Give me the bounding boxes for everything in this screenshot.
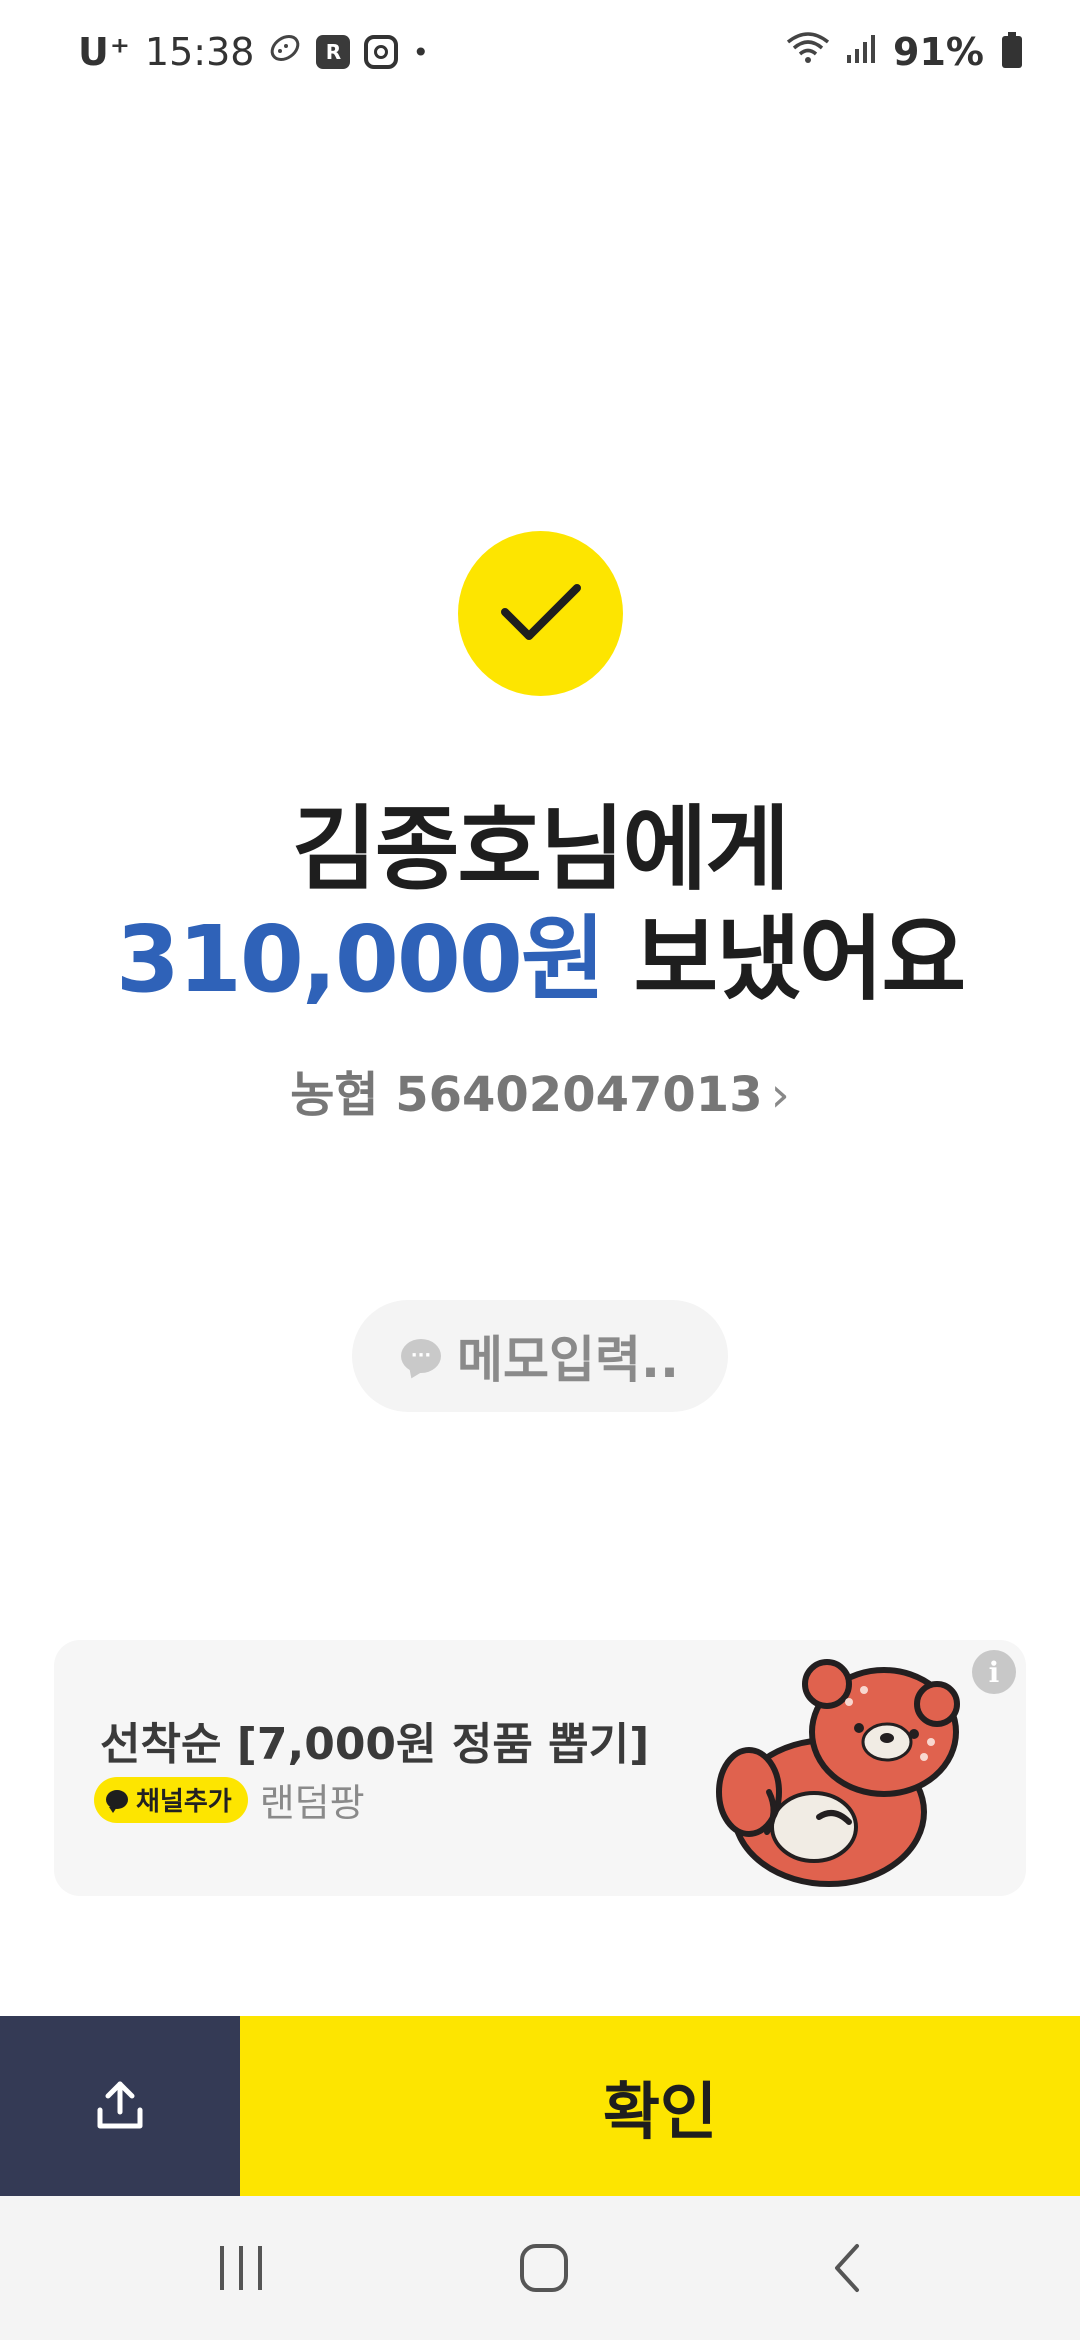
back-button[interactable] <box>802 2228 892 2308</box>
clock: 15:38 <box>144 30 255 74</box>
memo-input-button[interactable]: ··· 메모입력.. <box>352 1300 728 1412</box>
signal-icon <box>845 30 879 74</box>
amount-line: 310,000원 보냈어요 <box>0 905 1080 1015</box>
recipient-account-link[interactable]: 농협 56402047013 › <box>0 1055 1080 1125</box>
share-button[interactable] <box>0 2016 240 2196</box>
ad-subline: 채널추가 랜덤팡 <box>94 1772 365 1827</box>
speech-bubble-icon: ··· <box>401 1339 441 1373</box>
recent-apps-button[interactable] <box>196 2228 286 2308</box>
carrier-label: U⁺ <box>78 30 131 74</box>
shoe-icon <box>268 31 302 73</box>
instagram-icon <box>364 35 399 69</box>
status-left: U⁺ 15:38 R • <box>78 30 429 74</box>
battery-percent: 91% <box>893 30 984 74</box>
battery-icon <box>1002 32 1022 68</box>
share-icon <box>97 2081 143 2129</box>
sent-suffix: 보냈어요 <box>603 906 967 1013</box>
app-r-icon: R <box>316 35 351 69</box>
chat-bubble-icon <box>106 1790 128 1813</box>
status-bar: U⁺ 15:38 R • 91% <box>0 0 1080 104</box>
ad-banner[interactable]: 선착순 [7,000원 정품 뽑기] 채널추가 랜덤팡 i <box>54 1640 1026 1896</box>
info-icon[interactable]: i <box>972 1650 1016 1694</box>
bear-character-image <box>716 1659 960 1887</box>
home-icon <box>520 2244 568 2292</box>
ad-title: 선착순 [7,000원 정품 뽑기] <box>100 1719 650 1770</box>
memo-label: 메모입력.. <box>457 1331 679 1389</box>
system-nav-bar <box>0 2196 1080 2340</box>
add-channel-label: 채널추가 <box>136 1787 232 1817</box>
back-icon <box>835 2244 859 2292</box>
confirm-button[interactable]: 확인 <box>240 2016 1080 2196</box>
recipient-line: 김종호님에게 <box>292 796 790 903</box>
status-right: 91% <box>785 30 1022 75</box>
chevron-right-icon: › <box>770 1067 790 1123</box>
add-channel-badge[interactable]: 채널추가 <box>94 1776 248 1823</box>
home-button[interactable] <box>499 2228 589 2308</box>
transfer-result-title: 김종호님에게 310,000원 보냈어요 <box>0 795 1080 1015</box>
ad-brand: 랜덤팡 <box>259 1781 365 1825</box>
wifi-icon <box>785 30 831 75</box>
transfer-amount: 310,000원 <box>115 906 606 1013</box>
bank-account: 농협 56402047013 <box>290 1067 763 1123</box>
notification-dot: • <box>412 35 429 69</box>
success-check-icon <box>458 531 623 696</box>
recent-apps-icon <box>220 2246 262 2290</box>
